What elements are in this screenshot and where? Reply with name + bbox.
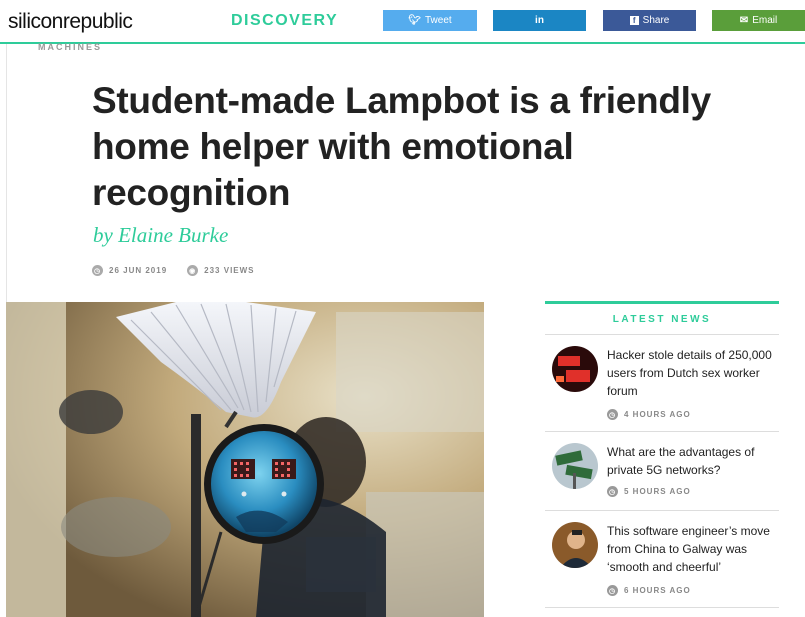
view-count-text: 233 VIEWS <box>204 266 255 275</box>
latest-news-item[interactable]: Hacker stole details of 250,000 users fr… <box>545 335 779 432</box>
article-meta: ◷ 26 JUN 2019 ◉ 233 VIEWS <box>92 265 275 276</box>
latest-news-item[interactable]: This software engineer’s move from China… <box>545 511 779 608</box>
lampbot-photo <box>6 302 484 617</box>
sidebar-title: LATEST NEWS <box>545 304 779 335</box>
article-title: Student-made Lampbot is a friendly home … <box>92 80 711 213</box>
email-button[interactable]: ✉ Email <box>712 10 805 31</box>
article-byline[interactable]: by Elaine Burke <box>93 223 228 248</box>
envelope-icon: ✉ <box>739 15 749 26</box>
facebook-share-button[interactable]: f Share <box>603 10 696 31</box>
clock-icon: ◷ <box>607 409 618 420</box>
site-logo[interactable]: siliconrepublic <box>8 10 133 34</box>
facebook-share-label: Share <box>642 15 670 26</box>
twitter-bird-icon: 🐦︎ <box>408 15 421 26</box>
news-thumbnail <box>552 346 598 392</box>
linkedin-icon: in <box>535 15 544 26</box>
news-time: ◷ 6 HOURS AGO <box>607 585 691 596</box>
news-time: ◷ 4 HOURS AGO <box>607 409 691 420</box>
clock-icon: ◷ <box>92 265 103 276</box>
clock-icon: ◷ <box>607 585 618 596</box>
publish-date: ◷ 26 JUN 2019 <box>92 265 167 276</box>
news-time-text: 5 HOURS AGO <box>624 487 691 496</box>
tweet-button[interactable]: 🐦︎ Tweet <box>383 10 477 31</box>
tweet-label: Tweet <box>425 15 452 26</box>
view-count: ◉ 233 VIEWS <box>187 265 254 276</box>
linkedin-button[interactable]: in <box>493 10 586 31</box>
latest-news-sidebar: LATEST NEWS Hacker stole details of 250,… <box>545 301 779 608</box>
news-title: Hacker stole details of 250,000 users fr… <box>607 348 772 398</box>
news-time: ◷ 5 HOURS AGO <box>607 486 691 497</box>
article-hero-image <box>6 302 484 617</box>
news-title: This software engineer’s move from China… <box>607 524 770 574</box>
site-header: siliconrepublic DISCOVERY 🐦︎ Tweet in f … <box>0 0 805 44</box>
section-link-discovery[interactable]: DISCOVERY <box>231 12 338 30</box>
facebook-icon: f <box>629 16 639 25</box>
email-label: Email <box>752 15 778 26</box>
publish-date-text: 26 JUN 2019 <box>109 266 168 275</box>
content-left-rule <box>6 44 7 304</box>
news-thumbnail <box>552 522 598 568</box>
clock-icon: ◷ <box>607 486 618 497</box>
eye-icon: ◉ <box>187 265 199 276</box>
news-thumbnail <box>552 443 598 489</box>
article-category[interactable]: MACHINES <box>38 42 102 52</box>
news-time-text: 6 HOURS AGO <box>624 586 691 595</box>
news-time-text: 4 HOURS AGO <box>624 410 691 419</box>
latest-news-item[interactable]: What are the advantages of private 5G ne… <box>545 432 779 511</box>
news-title: What are the advantages of private 5G ne… <box>607 445 755 477</box>
